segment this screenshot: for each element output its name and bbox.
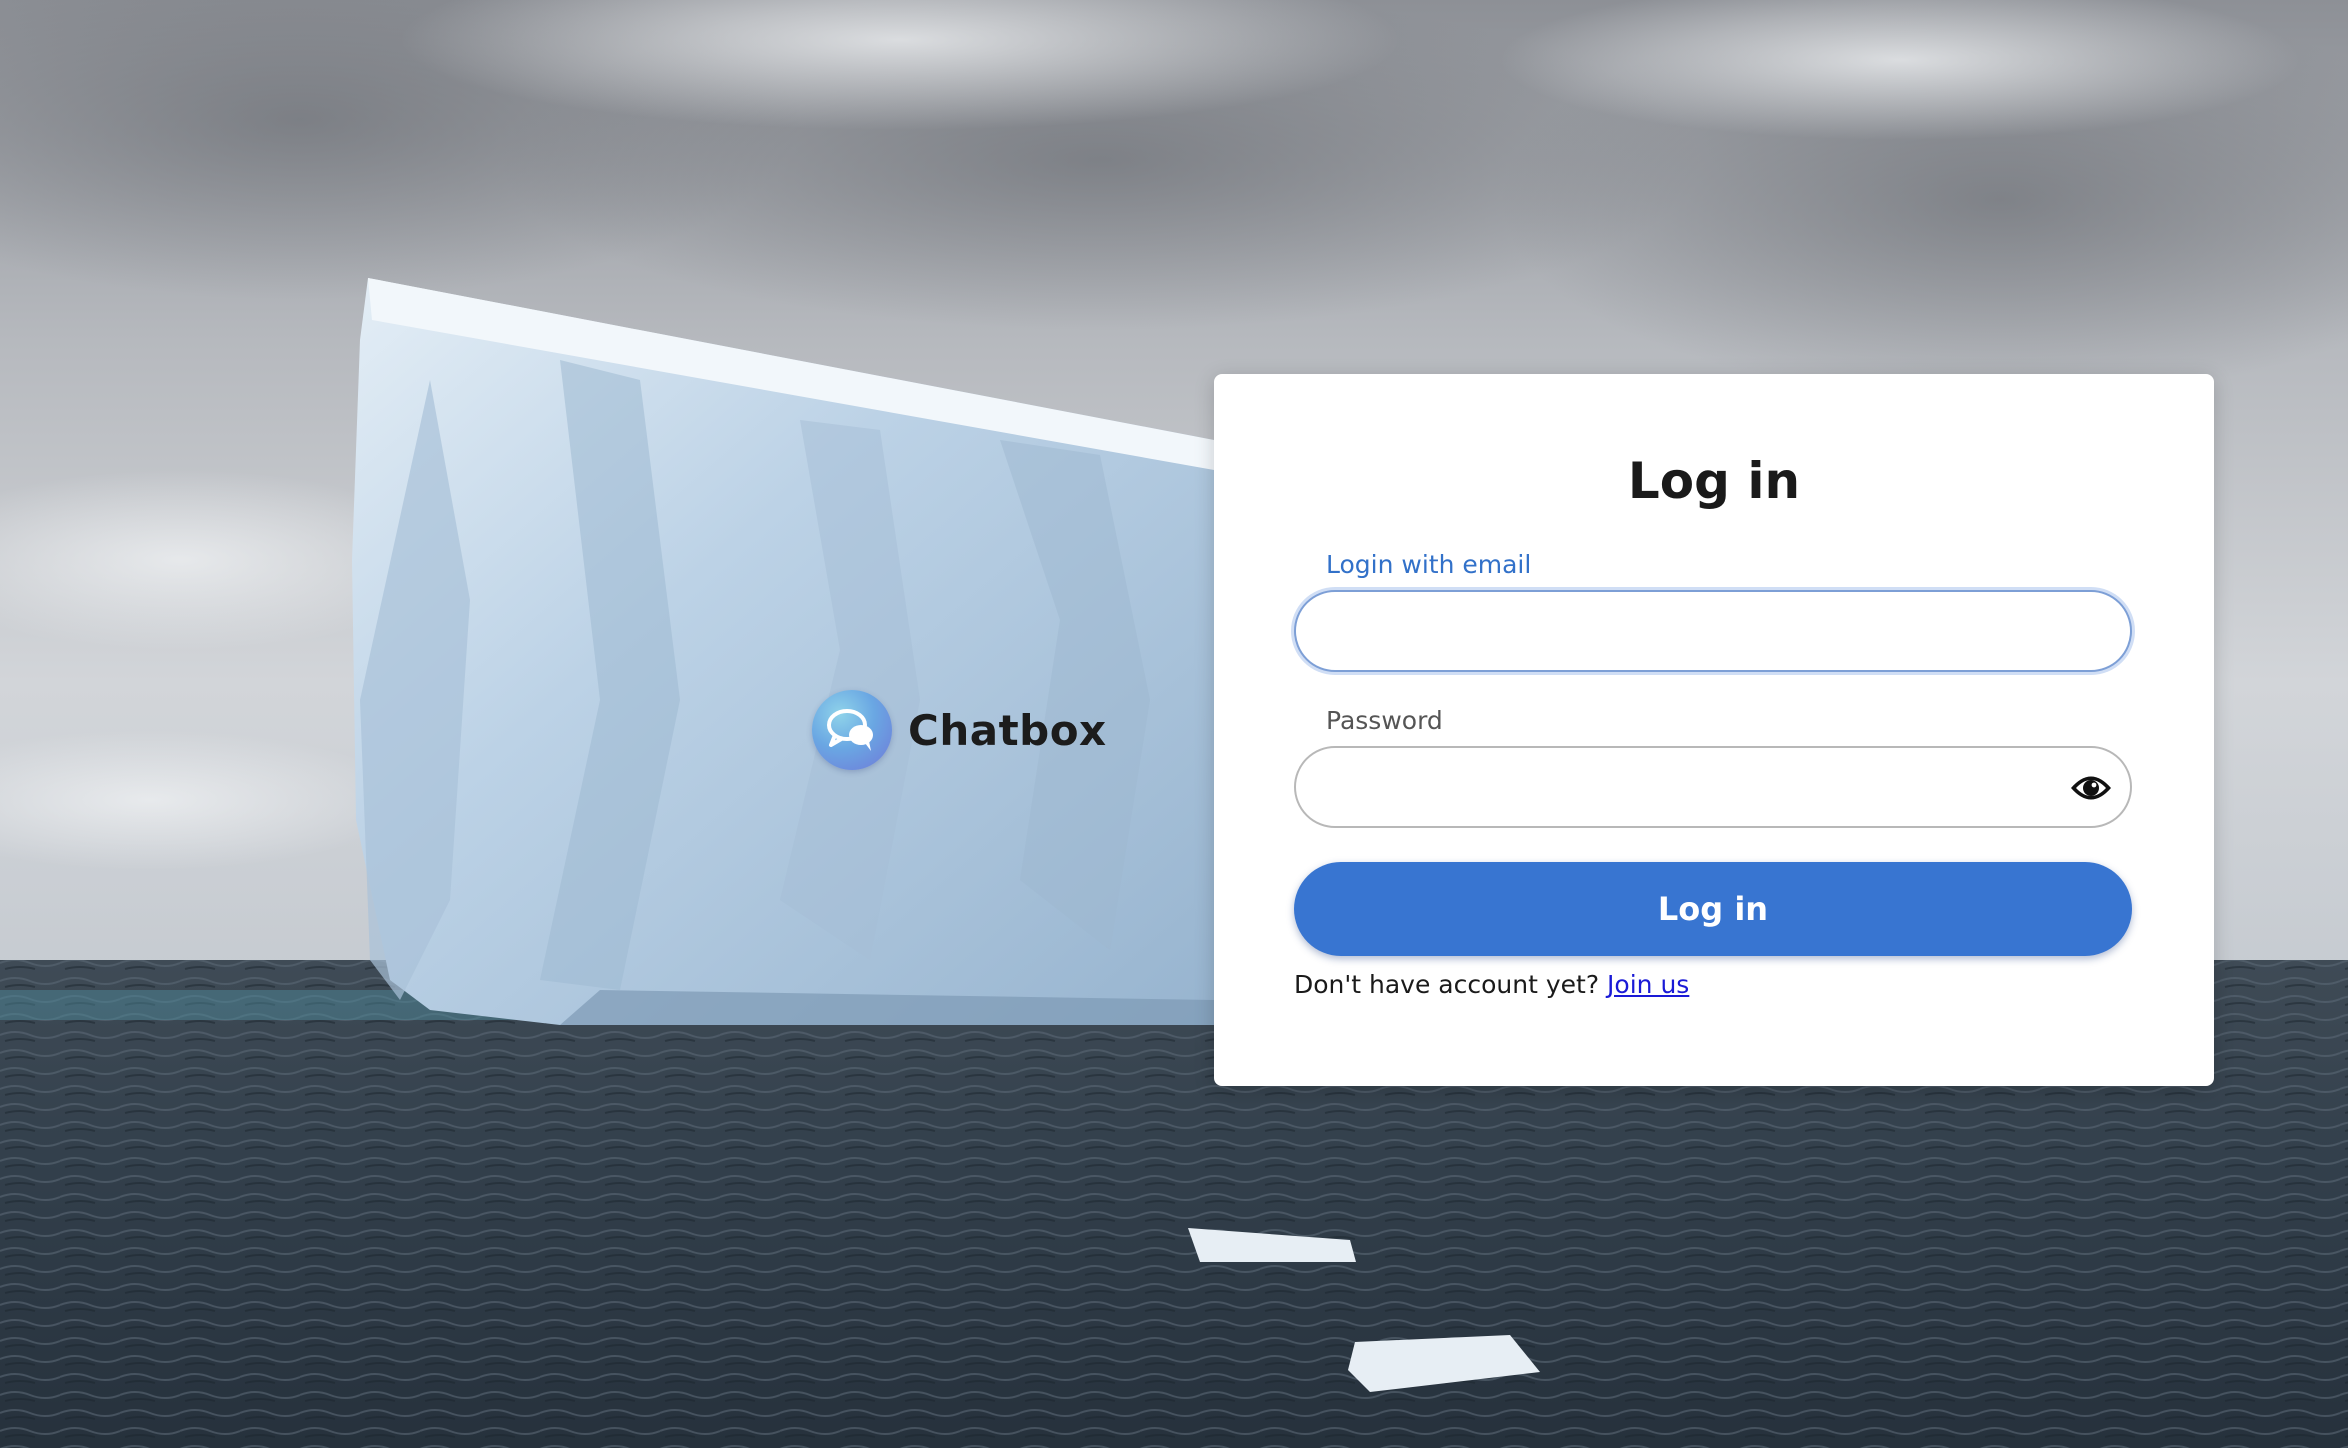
signup-prompt-text: Don't have account yet? [1294, 970, 1600, 999]
eye-icon[interactable] [2068, 766, 2114, 810]
email-input[interactable] [1326, 592, 2070, 672]
password-input[interactable] [1326, 748, 2070, 828]
email-field-label: Login with email [1326, 550, 1532, 579]
password-field[interactable] [1294, 746, 2132, 828]
brand-name: Chatbox [908, 705, 1107, 755]
login-button[interactable]: Log in [1294, 862, 2132, 956]
password-field-label: Password [1326, 706, 1443, 735]
login-card: Log in Login with email Password Log in … [1214, 374, 2214, 1086]
join-us-link[interactable]: Join us [1607, 970, 1689, 999]
brand-logo-block: Chatbox [812, 688, 1107, 772]
login-title: Log in [1627, 452, 1801, 510]
chat-bubbles-icon [812, 690, 892, 770]
email-field[interactable] [1294, 590, 2132, 672]
signup-prompt-row: Don't have account yet? Join us [1294, 970, 1689, 999]
